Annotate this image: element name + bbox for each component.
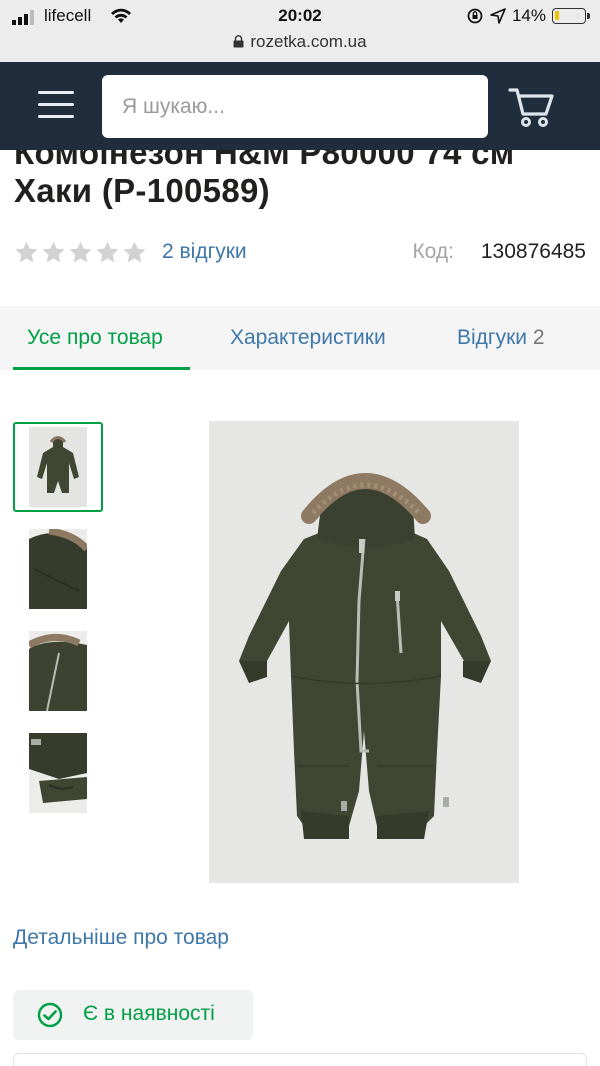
availability-text: Є в наявності: [83, 1002, 215, 1025]
star-icon: [42, 241, 65, 263]
tab-all-about[interactable]: Усе про товар: [27, 326, 163, 350]
search-input[interactable]: [102, 75, 488, 138]
thumbnail-image: [29, 733, 87, 813]
tab-label: Відгуки: [457, 326, 528, 349]
url-text: rozetka.com.ua: [250, 32, 367, 51]
star-icon: [96, 241, 119, 263]
reviews-link[interactable]: 2 відгуки: [162, 240, 247, 264]
star-icon: [123, 241, 146, 263]
product-main-image[interactable]: [209, 421, 519, 883]
product-code-value: 130876485: [480, 240, 586, 263]
tab-count: 2: [532, 326, 545, 349]
check-circle-icon: [37, 1002, 63, 1028]
cart-icon[interactable]: [508, 84, 556, 130]
gallery-thumbnail[interactable]: [13, 626, 103, 716]
gallery-thumbnail[interactable]: [13, 422, 103, 512]
menu-icon[interactable]: [38, 86, 76, 124]
star-icon: [15, 241, 38, 263]
thumbnail-image: [29, 631, 87, 711]
battery-percent: 14%: [511, 6, 546, 25]
url-bar[interactable]: rozetka.com.ua: [0, 32, 600, 52]
tab-label: Усе про товар: [27, 326, 163, 349]
tab-reviews[interactable]: Відгуки 2: [457, 326, 545, 350]
tab-characteristics[interactable]: Характеристики: [230, 326, 386, 350]
star-icon: [69, 241, 92, 263]
product-title: Комбінезон H&M P80000 74 см Хаки (P-1005…: [14, 150, 515, 209]
jumpsuit-image: [209, 421, 519, 883]
site-header: [0, 62, 600, 150]
location-arrow-icon: [490, 8, 506, 24]
product-tabs: Усе про товар Характеристики Відгуки 2: [0, 306, 600, 370]
gallery-thumbnail[interactable]: [13, 728, 103, 818]
status-bar: lifecell 20:02 14% rozetka.com.ua: [0, 0, 600, 62]
thumbnail-image: [29, 529, 87, 609]
title-area: Комбінезон H&M P80000 74 см Хаки (P-1005…: [0, 150, 600, 230]
product-details-link[interactable]: Детальніше про товар: [13, 926, 229, 950]
availability-badge: Є в наявності: [13, 990, 253, 1040]
thumbnail-image: [29, 427, 87, 507]
orientation-lock-icon: [467, 8, 483, 24]
rating-row: 2 відгуки Код: 130876485: [14, 236, 586, 270]
rating-stars: [14, 240, 147, 265]
tab-label: Характеристики: [230, 326, 386, 349]
product-code-label: Код:: [412, 240, 454, 263]
price-card: [13, 1053, 587, 1066]
active-tab-indicator: [13, 367, 190, 370]
battery-icon: [552, 8, 590, 24]
lock-icon: [233, 35, 244, 48]
gallery-thumbnail[interactable]: [13, 524, 103, 614]
